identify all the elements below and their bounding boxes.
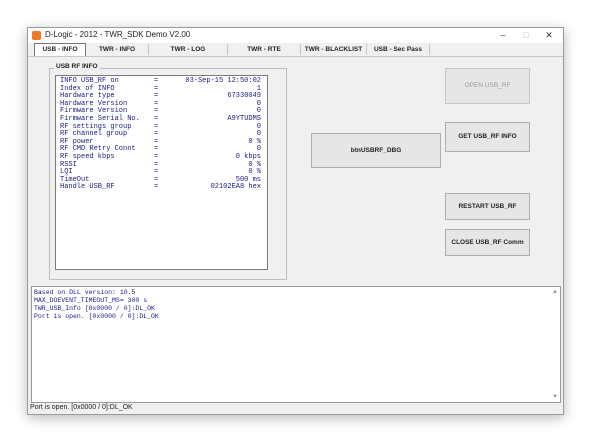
info-row: RF speed kbps = 0 kbps: [60, 153, 265, 162]
log-line: MAX_DOEVENT_TIMEOUT_MS= 300 s: [34, 297, 148, 304]
minimize-icon[interactable]: –: [492, 29, 514, 42]
group-title: USB RF INFO: [54, 63, 100, 70]
info-row: RSSI = 0 %: [60, 161, 265, 170]
window-title: D-Logic - 2012 - TWR_SDK Demo V2.00: [45, 30, 191, 39]
restart-usb-rf-button[interactable]: RESTART USB_RF: [445, 193, 530, 220]
maximize-icon[interactable]: □: [515, 29, 537, 42]
tab-twr-rte[interactable]: TWR - RTE: [228, 44, 301, 55]
info-label: Handle USB_RF: [60, 183, 115, 192]
log-line: Based on DLL version: 10.5: [34, 289, 136, 296]
tab-bar: USB - INFO TWR - INFO TWR - LOG TWR - RT…: [28, 43, 563, 57]
info-row: LQI = 0 %: [60, 169, 265, 177]
log-line: Port is open. [0x0000 / 0]:DL_OK: [34, 313, 159, 320]
close-icon[interactable]: ✕: [538, 29, 560, 42]
log-output[interactable]: Based on DLL version: 10.5 MAX_DOEVENT_T…: [31, 286, 561, 403]
status-bar: Port is open. [0x0000 / 0]:DL_OK: [28, 403, 563, 414]
app-logo-icon: [32, 31, 41, 40]
tab-twr-blacklist[interactable]: TWR - BLACKLIST: [301, 44, 367, 55]
info-value: A9YTUDMS: [227, 114, 261, 123]
usbrf-debug-button[interactable]: btnUSBRF_DBG: [311, 133, 441, 168]
close-usb-rf-comm-button[interactable]: CLOSE USB_RF Comm: [445, 229, 530, 256]
usb-rf-info-list[interactable]: INFO USB_RF on = 03-Sep-15 12:50:02 Index …: [55, 75, 268, 270]
tab-twr-info[interactable]: TWR - INFO: [86, 44, 149, 55]
status-text: Port is open. [0x0000 / 0]:DL_OK: [30, 404, 133, 411]
info-value: 02102EA8 hex: [210, 183, 261, 192]
tab-usb-sec-pass[interactable]: USB - Sec Pass: [367, 44, 430, 55]
info-rows: INFO USB_RF on = 03-Sep-15 12:50:02 Index …: [60, 77, 265, 192]
tab-twr-log[interactable]: TWR - LOG: [149, 44, 228, 55]
title-bar: D-Logic - 2012 - TWR_SDK Demo V2.00 – □ …: [28, 28, 563, 43]
log-line: TWR_USB_Info [0x0000 / 0]:DL_OK: [34, 305, 155, 312]
info-row: Handle USB_RF = 02102EA8 hex: [60, 184, 265, 192]
scroll-down-icon[interactable]: ▼: [551, 393, 559, 401]
open-usb-rf-button[interactable]: OPEN USB_RF: [445, 68, 530, 104]
info-value: 67330049: [227, 92, 261, 101]
info-eq: =: [154, 183, 159, 192]
tab-usb-info[interactable]: USB - INFO: [34, 43, 86, 57]
get-usb-rf-info-button[interactable]: GET USB_RF INFO: [445, 122, 530, 152]
app-window: D-Logic - 2012 - TWR_SDK Demo V2.00 – □ …: [27, 27, 564, 415]
tab-divider: [28, 56, 563, 57]
info-value: 03-Sep-15 12:50:02: [185, 77, 261, 85]
scroll-up-icon[interactable]: ▲: [551, 288, 559, 296]
log-lines: Based on DLL version: 10.5 MAX_DOEVENT_T…: [34, 289, 159, 321]
